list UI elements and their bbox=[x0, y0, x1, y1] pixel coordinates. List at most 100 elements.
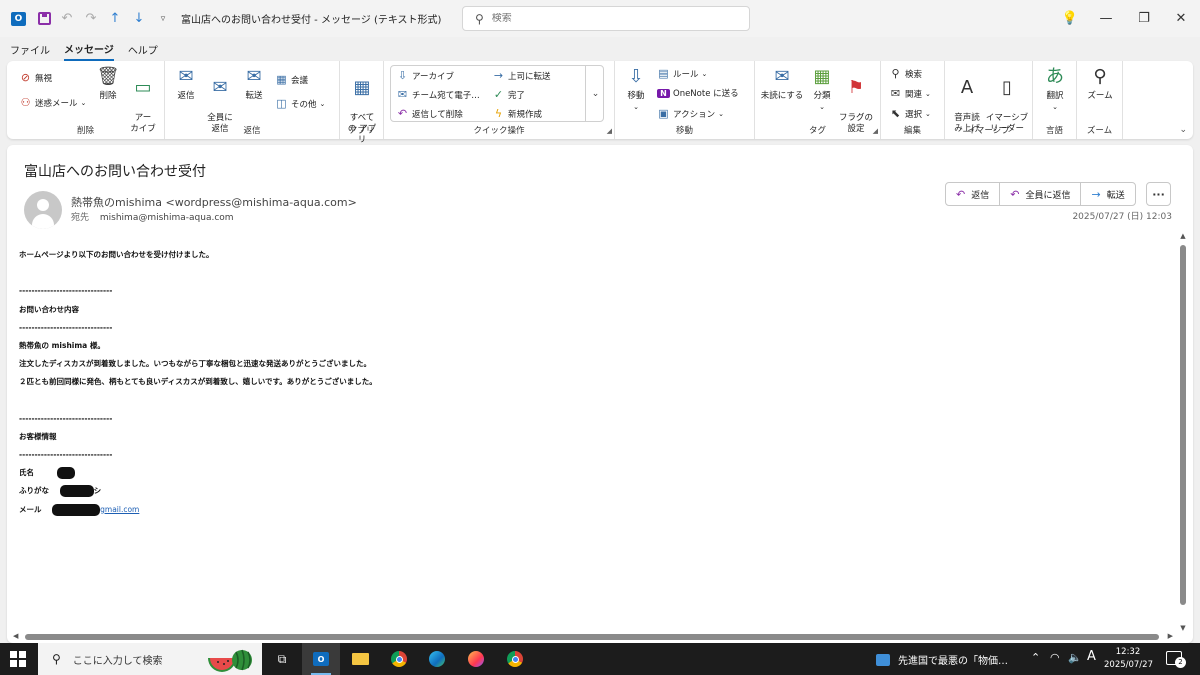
sender[interactable]: 熱帯魚のmishima <wordpress@mishima-aqua.com> bbox=[71, 194, 357, 210]
ime-indicator[interactable]: A bbox=[1087, 649, 1096, 664]
forward-button[interactable]: → 転送 bbox=[1081, 183, 1134, 205]
clock[interactable]: 12:32 2025/07/27 bbox=[1104, 646, 1153, 672]
scroll-down-icon[interactable]: ▼ bbox=[1178, 624, 1188, 632]
more-actions-button[interactable]: ··· bbox=[1146, 182, 1171, 206]
tab-help[interactable]: ヘルプ bbox=[128, 39, 158, 60]
ribbon-collapse-icon[interactable]: ⌄ bbox=[1179, 125, 1187, 135]
group-reply: ✉ 返信 ✉ 全員に 返信 ✉ 転送 ▦ 会議 ◫ その他 ⌄ 返信 bbox=[165, 61, 340, 139]
message-body: ホームページより以下のお問い合わせを受け付けました。 -------------… bbox=[19, 246, 1169, 519]
body-divider: ------------------------------ bbox=[19, 413, 113, 423]
group-label-zoom: ズーム bbox=[1086, 126, 1113, 136]
reply-button[interactable]: ✉ 返信 bbox=[171, 66, 201, 102]
scroll-up-icon[interactable]: ▲ bbox=[1178, 232, 1188, 240]
select-button[interactable]: ⬉ 選択 ⌄ bbox=[889, 107, 931, 120]
minimize-button[interactable]: — bbox=[1088, 0, 1124, 37]
horizontal-scrollbar[interactable]: ◀ ▶ bbox=[13, 632, 1173, 642]
rules-button[interactable]: ▤ ルール ⌄ bbox=[657, 67, 707, 80]
save-icon[interactable] bbox=[38, 12, 51, 25]
file-explorer-icon[interactable] bbox=[341, 643, 379, 675]
title-bar: O ↶ ↷ ↑ ↓ ▿ 富山店へのお問い合わせ受付 - メッセージ (テキスト形… bbox=[0, 0, 1200, 37]
close-button[interactable]: ✕ bbox=[1163, 0, 1199, 37]
ignore-button[interactable]: ⊘ 無視 bbox=[19, 71, 52, 84]
search-input[interactable] bbox=[491, 13, 732, 24]
calendar-icon: ▦ bbox=[276, 73, 287, 86]
reply-all-icon: ✉ bbox=[212, 77, 228, 98]
quick-step-new[interactable]: ϟ 新規作成 bbox=[492, 107, 542, 120]
archive-icon: ⇩ bbox=[397, 69, 408, 82]
chrome-icon[interactable] bbox=[380, 643, 418, 675]
quick-steps-more-button[interactable]: ⌄ bbox=[585, 65, 605, 122]
reply-all-button[interactable]: ↶ 全員に返信 bbox=[1000, 183, 1082, 205]
actions-button[interactable]: ▣ アクション ⌄ bbox=[657, 107, 724, 120]
next-item-icon[interactable]: ↓ bbox=[131, 11, 147, 27]
quick-step-done[interactable]: ✓ 完了 bbox=[492, 88, 525, 101]
scroll-right-icon[interactable]: ▶ bbox=[1168, 632, 1173, 640]
previous-item-icon[interactable]: ↑ bbox=[107, 11, 123, 27]
customize-toolbar-icon[interactable]: ▿ bbox=[155, 11, 171, 27]
quick-step-team-email[interactable]: ✉ チーム宛て電子… bbox=[396, 88, 480, 101]
wifi-icon[interactable]: ◠ bbox=[1050, 651, 1060, 664]
undo-icon[interactable]: ↶ bbox=[59, 11, 75, 27]
find-button[interactable]: ⚲ 検索 bbox=[889, 67, 922, 80]
to-address[interactable]: mishima@mishima-aqua.com bbox=[100, 213, 234, 223]
chevron-up-icon[interactable]: ⌃ bbox=[1031, 651, 1040, 664]
outlook-taskbar-icon[interactable]: O bbox=[302, 643, 340, 675]
lightbulb-icon[interactable]: 💡 bbox=[1052, 0, 1088, 37]
chevron-down-icon: ⌄ bbox=[718, 109, 724, 118]
customer-kana-row: ふりがな シ bbox=[19, 482, 1169, 500]
mark-unread-button[interactable]: ✉ 未読にする bbox=[759, 66, 805, 102]
onenote-button[interactable]: N OneNote に送る bbox=[657, 87, 739, 99]
related-button[interactable]: ✉ 関連 ⌄ bbox=[889, 87, 931, 100]
scroll-thumb[interactable] bbox=[25, 634, 1159, 640]
tab-file[interactable]: ファイル bbox=[10, 39, 50, 60]
group-apps: ▦ すべて の アプリ アプリ bbox=[340, 61, 384, 145]
scroll-thumb[interactable] bbox=[1180, 245, 1186, 605]
mail-icon: ✉ bbox=[397, 88, 408, 101]
menu-bar: ファイル メッセージ ヘルプ bbox=[0, 38, 1200, 61]
reply-button[interactable]: ↶ 返信 bbox=[946, 183, 1001, 205]
junk-button[interactable]: ⚇ 迷惑メール ⌄ bbox=[19, 96, 87, 109]
translate-button[interactable]: あ 翻訳 ⌄ bbox=[1037, 66, 1073, 113]
volume-icon[interactable]: 🔈 bbox=[1068, 651, 1082, 664]
quick-step-to-manager[interactable]: → 上司に転送 bbox=[492, 69, 551, 82]
delete-button[interactable]: 🗑 削除 bbox=[93, 66, 123, 102]
to-label: 宛先 bbox=[71, 213, 90, 223]
body-divider: ------------------------------ bbox=[19, 322, 113, 332]
notification-center-icon[interactable]: 2 bbox=[1166, 651, 1186, 668]
quick-step-archive[interactable]: ⇩ アーカイブ bbox=[396, 69, 454, 82]
tab-message[interactable]: メッセージ bbox=[64, 38, 114, 61]
trash-icon: 🗑 bbox=[96, 66, 120, 87]
avatar[interactable] bbox=[24, 191, 62, 229]
window-title: 富山店へのお問い合わせ受付 - メッセージ (テキスト形式) bbox=[181, 15, 442, 26]
news-widget[interactable]: 先進国で最悪の「物価… bbox=[876, 652, 1008, 667]
move-button[interactable]: ⇩ 移動 ⌄ bbox=[621, 66, 651, 113]
chrome-profile-icon[interactable] bbox=[496, 643, 534, 675]
group-label-tags: タグ bbox=[808, 126, 826, 136]
firefox-icon[interactable] bbox=[457, 643, 495, 675]
restore-button[interactable]: ❐ bbox=[1126, 0, 1162, 37]
group-language: あ 翻訳 ⌄ 言語 bbox=[1033, 61, 1077, 139]
immersive-reader-icon: ▯ bbox=[1002, 77, 1012, 98]
read-aloud-icon: A bbox=[960, 77, 974, 98]
reply-icon: ↶ bbox=[956, 187, 966, 201]
group-zoom: ⚲ ズーム ズーム bbox=[1077, 61, 1123, 139]
categorize-button[interactable]: ▦ 分類 ⌄ bbox=[807, 66, 837, 113]
zoom-icon: ⚲ bbox=[1093, 66, 1107, 87]
more-reply-button[interactable]: ◫ その他 ⌄ bbox=[275, 97, 325, 110]
scroll-left-icon[interactable]: ◀ bbox=[13, 632, 18, 640]
mail-link[interactable]: gmail.com bbox=[100, 505, 139, 514]
quick-step-reply-delete[interactable]: ↶ 返信して削除 bbox=[396, 107, 463, 120]
edge-icon[interactable] bbox=[418, 643, 456, 675]
windows-start-button[interactable] bbox=[10, 651, 26, 667]
task-view-icon[interactable]: ⧉ bbox=[263, 643, 301, 675]
chevron-down-icon: ⌄ bbox=[925, 89, 931, 98]
search-box[interactable]: ⚲ bbox=[462, 6, 750, 31]
forward-button[interactable]: ✉ 転送 bbox=[239, 66, 269, 102]
meeting-button[interactable]: ▦ 会議 bbox=[275, 73, 308, 86]
notification-count: 2 bbox=[1175, 657, 1186, 668]
group-label-apps: アプリ bbox=[348, 126, 375, 136]
zoom-button[interactable]: ⚲ ズーム bbox=[1081, 66, 1119, 102]
redo-icon[interactable]: ↷ bbox=[83, 11, 99, 27]
vertical-scrollbar[interactable]: ▲ ▼ bbox=[1178, 232, 1188, 632]
rules-icon: ▤ bbox=[658, 67, 669, 80]
